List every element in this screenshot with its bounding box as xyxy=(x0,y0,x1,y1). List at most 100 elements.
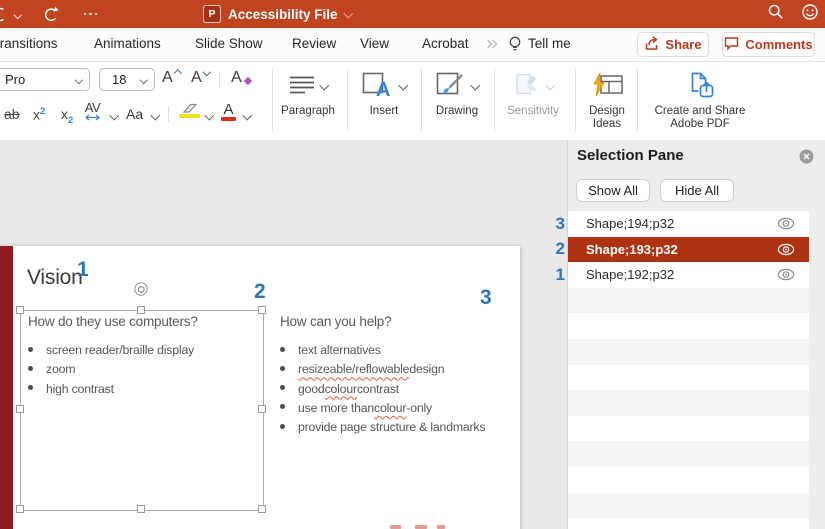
resize-handle[interactable] xyxy=(258,306,266,314)
resize-handle[interactable] xyxy=(16,405,24,413)
text-highlight-button[interactable] xyxy=(179,102,200,118)
highlight-color-bar xyxy=(179,114,200,118)
design-ideas-button[interactable]: Design Ideas xyxy=(578,66,636,130)
drawing-brush-icon xyxy=(436,72,463,94)
visibility-eye-icon[interactable] xyxy=(777,268,795,281)
resize-handle[interactable] xyxy=(137,306,145,314)
eraser-diamond-icon xyxy=(243,76,252,86)
bullet-list[interactable]: screen reader/braille display zoom high co… xyxy=(28,343,194,401)
superscript-button[interactable]: x2 xyxy=(33,106,45,123)
strikethrough-button[interactable]: ab xyxy=(4,106,20,122)
tab-slide-show[interactable]: Slide Show xyxy=(195,36,263,51)
document-title[interactable]: Accessibility File xyxy=(228,7,338,22)
selection-pane-empty-row[interactable] xyxy=(568,415,809,442)
selection-pane-row[interactable]: Shape;194;p32 xyxy=(568,211,809,237)
subscript-button[interactable]: x2 xyxy=(61,106,73,126)
tab-transitions[interactable]: Transitions xyxy=(0,36,58,51)
shrink-font-button[interactable]: A xyxy=(191,67,211,87)
shape-name-label: Shape;192;p32 xyxy=(586,267,675,283)
textbox-heading[interactable]: How do they use computers? xyxy=(28,314,198,329)
adobe-pdf-share-icon xyxy=(691,72,714,98)
redo-icon[interactable] xyxy=(43,6,60,23)
bullet-list[interactable]: text alternatives resizeable/reflowable d… xyxy=(280,343,486,439)
character-spacing-button[interactable]: AV xyxy=(84,101,101,121)
selection-pane-empty-row[interactable] xyxy=(568,287,809,314)
selection-pane-empty-row[interactable] xyxy=(568,518,809,529)
visibility-eye-icon[interactable] xyxy=(777,243,795,256)
paragraph-button[interactable]: Paragraph xyxy=(276,66,340,118)
resize-handle[interactable] xyxy=(258,405,266,413)
lightbulb-icon xyxy=(508,36,522,56)
textbox-heading[interactable]: How can you help? xyxy=(280,314,392,329)
tab-overflow-chevrons-icon[interactable] xyxy=(483,39,498,49)
selection-pane-empty-row[interactable] xyxy=(568,364,809,391)
title-bar: P Accessibility File xyxy=(0,0,825,28)
grow-font-button[interactable]: A xyxy=(162,69,182,87)
search-icon[interactable] xyxy=(767,3,785,26)
bullet-item: provide page structure & landmarks xyxy=(280,420,486,439)
pane-annotation-number-3: 3 xyxy=(555,213,565,233)
insert-button[interactable]: A Insert xyxy=(352,66,416,118)
close-pane-icon[interactable] xyxy=(799,149,814,169)
bullet-item: good colour contrast xyxy=(280,382,485,401)
share-button[interactable]: Share xyxy=(637,32,709,57)
hide-all-button[interactable]: Hide All xyxy=(660,179,734,202)
change-case-button[interactable]: Aa xyxy=(126,106,143,122)
slide-title[interactable]: Vision xyxy=(27,266,83,290)
show-all-button[interactable]: Show All xyxy=(576,179,650,202)
undo-menu-chevron-icon[interactable] xyxy=(13,11,22,19)
create-and-share-adobe-pdf-button[interactable]: Create and Share Adobe PDF xyxy=(640,66,760,130)
font-color-chevron-icon[interactable] xyxy=(242,110,252,120)
font-name-combobox[interactable]: Pro xyxy=(0,68,90,91)
selection-pane-empty-row[interactable] xyxy=(568,492,809,519)
comments-button-label: Comments xyxy=(745,37,813,52)
change-case-chevron-icon[interactable] xyxy=(150,110,160,120)
selection-pane-empty-row[interactable] xyxy=(568,339,809,365)
sensitivity-button: Sensitivity xyxy=(499,66,567,118)
tab-acrobat[interactable]: Acrobat xyxy=(422,36,469,51)
selection-pane: Selection Pane Show All Hide All Shape;1… xyxy=(567,140,825,529)
selection-pane-empty-row[interactable] xyxy=(568,467,809,493)
selection-pane-empty-row[interactable] xyxy=(568,441,809,467)
selection-pane-row[interactable]: Shape;192;p32 xyxy=(568,262,809,288)
slide-canvas[interactable]: Vision 1 2 3 How do they use computers? … xyxy=(0,246,520,529)
bullet-dot-icon xyxy=(280,365,285,371)
tell-me-label[interactable]: Tell me xyxy=(528,36,571,51)
document-menu-chevron-icon[interactable] xyxy=(343,8,353,18)
bullet-dot-icon xyxy=(280,423,285,429)
bullet-item: screen reader/braille display xyxy=(28,343,194,362)
selection-pane-empty-row[interactable] xyxy=(568,313,809,339)
selected-textbox-outline[interactable] xyxy=(20,310,264,511)
share-button-label: Share xyxy=(665,37,702,52)
bullet-dot-icon xyxy=(28,346,33,352)
comments-button[interactable]: Comments xyxy=(722,32,815,57)
selection-pane-empty-row[interactable] xyxy=(568,390,809,416)
bullet-item: zoom xyxy=(28,362,194,381)
annotation-number-1: 1 xyxy=(77,258,89,281)
bullet-dot-icon xyxy=(280,346,285,352)
clear-formatting-button[interactable]: A xyxy=(231,69,252,87)
more-commands-icon[interactable] xyxy=(83,12,98,16)
resize-handle[interactable] xyxy=(16,505,24,513)
font-size-combobox[interactable]: 18 xyxy=(99,68,155,91)
bullet-item: resizeable/reflowable design xyxy=(280,362,485,381)
drawing-button[interactable]: Drawing xyxy=(425,66,489,118)
highlight-chevron-icon[interactable] xyxy=(204,110,214,120)
feedback-smiley-icon[interactable] xyxy=(801,3,819,26)
rotation-handle-icon[interactable] xyxy=(134,282,148,301)
resize-handle[interactable] xyxy=(137,505,145,513)
selection-pane-title: Selection Pane xyxy=(577,147,684,164)
resize-handle[interactable] xyxy=(16,306,24,314)
resize-handle[interactable] xyxy=(258,505,266,513)
visibility-eye-icon[interactable] xyxy=(777,217,795,230)
tab-review[interactable]: Review xyxy=(292,36,336,51)
sensitivity-stamp-icon xyxy=(516,73,537,94)
quick-access-toolbar xyxy=(0,0,98,28)
annotation-number-3: 3 xyxy=(480,286,492,309)
tab-animations[interactable]: Animations xyxy=(94,36,161,51)
font-color-button[interactable]: A xyxy=(221,102,236,121)
tab-view[interactable]: View xyxy=(360,36,389,51)
character-spacing-chevron-icon[interactable] xyxy=(109,110,119,120)
selection-pane-row[interactable]: Shape;193;p32 xyxy=(568,236,809,263)
undo-icon[interactable] xyxy=(0,6,8,23)
